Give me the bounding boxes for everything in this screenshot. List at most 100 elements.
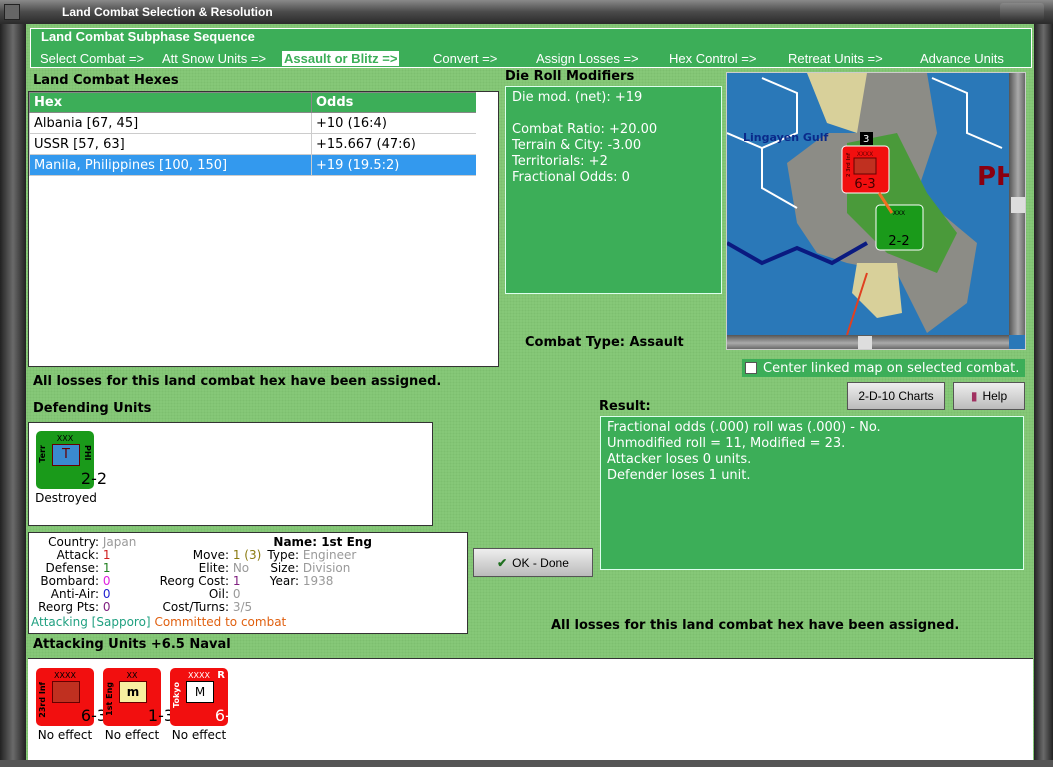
year-value: 1938 <box>302 574 334 588</box>
map-attacker-size: XXXX <box>857 151 873 158</box>
result-line: Fractional odds (.000) roll was (.000) -… <box>607 420 881 435</box>
modifier-line: Combat Ratio: +20.00 <box>512 122 658 137</box>
attacking-title: Attacking Units +6.5 Naval <box>33 637 231 652</box>
odds-cell: +15.667 (47:6) <box>311 133 498 155</box>
linked-map[interactable]: Lingayen Gulf anila PH 3 XXXX 2 3rd Inf … <box>726 72 1026 350</box>
unit-strength: 2-2 <box>80 469 108 488</box>
unit-counter[interactable]: XXXX R Tokyo M 6-2 <box>170 668 241 726</box>
reorg-key: Reorg Pts: <box>38 600 99 614</box>
antiair-value: 0 <box>102 587 111 601</box>
book-icon: ▮ <box>970 389 978 403</box>
center-linked-label: Center linked map on selected combat. <box>763 360 1020 376</box>
ok-done-button[interactable]: ✔ OK - Done <box>473 548 593 577</box>
unit-counter[interactable]: XXX Terr PHI T 2-2 <box>36 431 107 489</box>
step-hex-control: Hex Control => <box>669 51 757 66</box>
center-linked-checkbox[interactable]: Center linked map on selected combat. <box>742 359 1025 377</box>
close-icon[interactable] <box>1000 3 1044 21</box>
map-attacker-strength: 6-3 <box>854 177 875 192</box>
modifier-line: Die mod. (net): +19 <box>512 90 643 105</box>
table-spacer <box>476 92 498 366</box>
defending-units-panel: XXX Terr PHI T 2-2 Destroyed <box>28 422 433 526</box>
system-menu-icon[interactable] <box>4 4 20 20</box>
map-defender-size: XXX <box>893 210 905 217</box>
result-line: Defender loses 1 unit. <box>607 468 751 483</box>
window-title: Land Combat Selection & Resolution <box>62 5 273 19</box>
step-att-snow-units: Att Snow Units => <box>162 51 267 66</box>
scroll-thumb[interactable] <box>858 336 872 349</box>
scroll-thumb[interactable] <box>1011 197 1025 213</box>
modifier-line: Territorials: +2 <box>512 154 608 169</box>
combat-type-value: Assault <box>629 335 684 350</box>
ok-label: OK - Done <box>512 555 569 570</box>
unit-counter[interactable]: XX 1st Eng m 1-3 <box>103 668 174 726</box>
attacking-status: Attacking [Sapporo] <box>31 615 151 629</box>
combat-type: Combat Type: Assault <box>525 335 684 350</box>
window-frame-bottom <box>0 760 1053 767</box>
modifier-line: Fractional Odds: 0 <box>512 170 630 185</box>
charts-label: 2-D-10 Charts <box>858 389 934 403</box>
hex-cell: Manila, Philippines [100, 150] <box>29 154 312 176</box>
attacking-units-panel: XXXX 23rd Inf 6-3 No effect XX 1st Eng m… <box>28 658 1033 760</box>
unit-status: No effect <box>171 728 227 742</box>
table-row[interactable]: USSR [57, 63] +15.667 (47:6) <box>29 133 498 155</box>
stack-count: 3 <box>863 134 869 145</box>
die-roll-title: Die Roll Modifiers <box>505 69 635 84</box>
country-value: Japan <box>102 535 137 549</box>
losses-message-bottom: All losses for this land combat hex have… <box>551 618 960 633</box>
unit-strength: 6-2 <box>214 706 242 725</box>
map-defender-strength: 2-2 <box>888 234 909 249</box>
unit-info-panel: Country: Japan Attack: 1 Defense: 1 Bomb… <box>28 532 468 634</box>
attack-value: 1 <box>102 548 111 562</box>
hexes-title: Land Combat Hexes <box>33 73 179 88</box>
table-row[interactable]: Albania [67, 45] +10 (16:4) <box>29 112 498 134</box>
column-odds[interactable]: Odds <box>311 92 498 113</box>
map-canvas: Lingayen Gulf anila PH 3 XXXX 2 3rd Inf … <box>727 73 1018 336</box>
checkmark-icon: ✔ <box>497 555 508 570</box>
table-row-selected[interactable]: Manila, Philippines [100, 150] +19 (19.5:… <box>29 154 498 176</box>
costturns-key: Cost/Turns: <box>162 600 229 614</box>
oil-value: 0 <box>232 587 241 601</box>
mechanized-symbol-icon: M <box>186 681 214 703</box>
unit-counter[interactable]: XXXX 23rd Inf 6-3 <box>36 668 107 726</box>
odds-cell: +10 (16:4) <box>311 112 498 134</box>
map-horizontal-scrollbar[interactable] <box>727 335 1009 349</box>
unit-size: XX <box>126 671 138 680</box>
unit-status: Destroyed <box>35 491 97 505</box>
unit-size: XXX <box>56 434 74 443</box>
subphase-sequence: Land Combat Subphase Sequence Select Com… <box>30 28 1032 68</box>
combat-type-label: Combat Type: <box>525 335 625 350</box>
sequence-label: Land Combat Subphase Sequence <box>39 29 257 44</box>
unit-name: 1st Eng <box>105 682 114 716</box>
window-scrollbar[interactable] <box>1034 24 1053 767</box>
bombard-value: 0 <box>102 574 111 588</box>
charts-button[interactable]: 2-D-10 Charts <box>847 382 945 410</box>
name-value: 1st Eng <box>321 535 372 549</box>
engineer-symbol-icon: m <box>119 681 147 703</box>
reorg-value: 0 <box>102 600 111 614</box>
costturns-value: 3/5 <box>232 600 253 614</box>
modifier-line: Terrain & City: -3.00 <box>512 138 642 153</box>
defense-value: 1 <box>102 561 111 575</box>
window-frame-left <box>0 24 26 767</box>
combat-hexes-table: Hex Odds Albania [67, 45] +10 (16:4) USSR … <box>28 91 499 367</box>
step-convert: Convert => <box>433 51 498 66</box>
step-advance-units: Advance Units <box>920 51 1004 66</box>
checkbox-icon[interactable] <box>745 362 757 374</box>
elite-value: No <box>232 561 250 575</box>
year-key: Year: <box>269 574 299 588</box>
odds-cell: +19 (19.5:2) <box>311 154 498 176</box>
map-vertical-scrollbar[interactable] <box>1009 73 1025 335</box>
result-line: Attacker loses 0 units. <box>607 452 752 467</box>
hex-cell: USSR [57, 63] <box>29 133 312 155</box>
result-panel: Fractional odds (.000) roll was (.000) -… <box>600 416 1024 570</box>
help-button[interactable]: ▮ Help <box>953 382 1025 410</box>
result-line: Unmodified roll = 11, Modified = 23. <box>607 436 846 451</box>
territorial-symbol-icon: T <box>52 444 80 466</box>
step-retreat-units: Retreat Units => <box>788 51 883 66</box>
column-hex[interactable]: Hex <box>29 92 312 113</box>
map-attacker-name: 2 3rd Inf <box>846 152 852 177</box>
infantry-symbol-icon <box>52 681 80 703</box>
unit-name: 23rd Inf <box>38 682 47 718</box>
reserve-badge: R <box>217 670 225 681</box>
step-select-combat: Select Combat => <box>40 51 145 66</box>
